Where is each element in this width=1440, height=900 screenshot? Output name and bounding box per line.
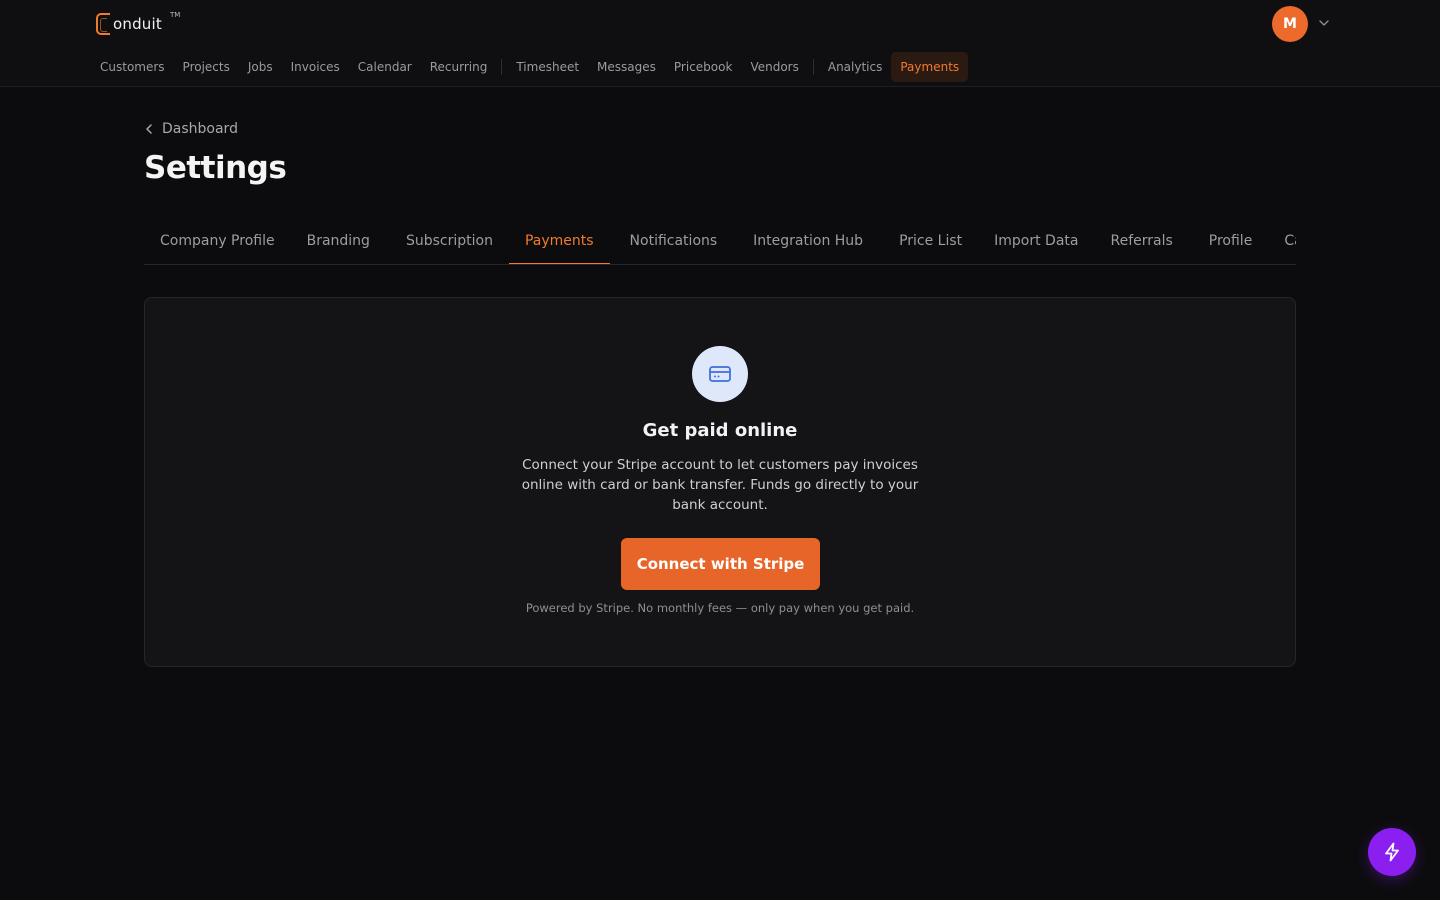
nav-divider <box>812 59 814 75</box>
nav-calendar[interactable]: Calendar <box>349 52 421 82</box>
credit-card-icon <box>692 346 748 402</box>
main-nav: Customers Projects Jobs Invoices Calenda… <box>91 52 969 82</box>
tab-import-data[interactable]: Import Data <box>978 218 1094 264</box>
assistant-fab-button[interactable] <box>1368 828 1416 876</box>
nav-jobs[interactable]: Jobs <box>239 52 282 82</box>
chevron-left-icon <box>146 124 152 134</box>
settings-tabs: Company Profile Branding Subscription Pa… <box>144 218 1296 265</box>
user-avatar[interactable]: M <box>1272 6 1308 42</box>
page-title: Settings <box>144 150 287 186</box>
nav-messages[interactable]: Messages <box>588 52 665 82</box>
connect-with-stripe-button[interactable]: Connect with Stripe <box>621 538 820 590</box>
tab-price-list[interactable]: Price List <box>883 218 978 264</box>
nav-invoices[interactable]: Invoices <box>282 52 349 82</box>
card-title: Get paid online <box>642 420 798 441</box>
lightning-icon <box>1385 842 1399 862</box>
tab-profile[interactable]: Profile <box>1193 218 1269 264</box>
nav-analytics[interactable]: Analytics <box>819 52 892 82</box>
nav-payments[interactable]: Payments <box>891 52 969 82</box>
logo-trademark: TM <box>170 11 181 19</box>
tab-integration-hub[interactable]: Integration Hub <box>737 218 879 264</box>
nav-vendors[interactable]: Vendors <box>741 52 807 82</box>
tab-notifications[interactable]: Notifications <box>614 218 734 264</box>
card-footnote: Powered by Stripe. No monthly fees — onl… <box>525 601 915 615</box>
tab-company-profile[interactable]: Company Profile <box>144 218 291 264</box>
stripe-connect-card: Get paid online Connect your Stripe acco… <box>144 297 1296 667</box>
conduit-logo[interactable]: onduit TM <box>96 11 180 36</box>
nav-customers[interactable]: Customers <box>91 52 174 82</box>
nav-timesheet[interactable]: Timesheet <box>507 52 588 82</box>
logo-text: onduit <box>113 15 162 33</box>
top-header: onduit TM Customers Projects Jobs Invoic… <box>0 0 1440 87</box>
chevron-down-icon[interactable] <box>1317 16 1331 30</box>
tab-calendar[interactable]: Cale <box>1268 218 1296 264</box>
logo-c-icon <box>96 13 110 35</box>
breadcrumb-back-dashboard[interactable]: Dashboard <box>144 118 238 140</box>
tab-subscription[interactable]: Subscription <box>390 218 509 264</box>
tab-payments[interactable]: Payments <box>508 218 610 264</box>
nav-projects[interactable]: Projects <box>174 52 239 82</box>
tab-referrals[interactable]: Referrals <box>1094 218 1188 264</box>
nav-divider <box>501 59 503 75</box>
tab-branding[interactable]: Branding <box>291 218 386 264</box>
breadcrumb-label: Dashboard <box>162 121 238 137</box>
nav-recurring[interactable]: Recurring <box>421 52 497 82</box>
card-description: Connect your Stripe account to let custo… <box>521 457 919 513</box>
nav-pricebook[interactable]: Pricebook <box>665 52 742 82</box>
